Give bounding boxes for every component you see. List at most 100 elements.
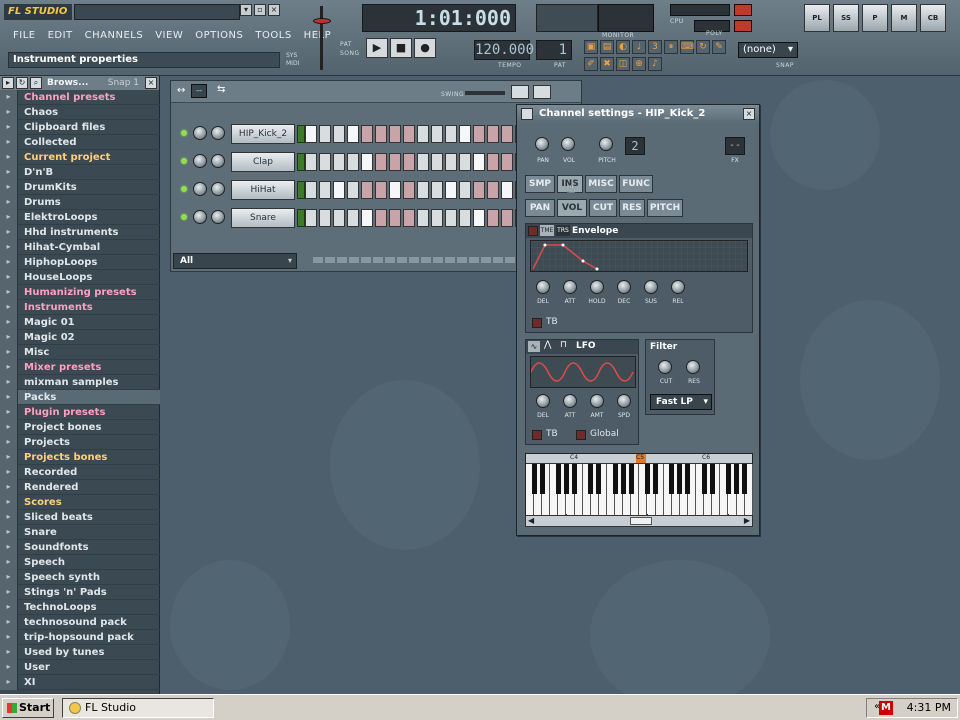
step-button[interactable] — [319, 153, 331, 171]
step-button[interactable] — [375, 125, 387, 143]
triangle-wave-icon[interactable]: ⋀ — [544, 340, 551, 350]
channel-button[interactable]: Snare — [231, 208, 295, 228]
step-button[interactable] — [333, 125, 345, 143]
folder-expand-icon[interactable]: ▸ — [0, 179, 18, 195]
keyboard-editor-icon[interactable] — [533, 85, 551, 99]
channel-button[interactable]: HIP_Kick_2 — [231, 124, 295, 144]
channel-mute-led[interactable] — [181, 158, 187, 164]
black-key[interactable] — [685, 464, 691, 494]
step-button[interactable] — [389, 209, 401, 227]
step-button[interactable] — [501, 209, 513, 227]
pattern-selector[interactable]: 1 — [536, 40, 572, 60]
tab-vol[interactable]: VOL — [557, 199, 587, 217]
step-button[interactable] — [333, 181, 345, 199]
folder-expand-icon[interactable]: ▸ — [0, 194, 18, 210]
step-button[interactable] — [445, 209, 457, 227]
folder-expand-icon[interactable]: ▸ — [0, 269, 18, 285]
blend-tool-icon[interactable]: ◐ — [616, 40, 630, 54]
channel-select-indicator[interactable] — [297, 153, 305, 171]
folder-expand-icon[interactable]: ▸ — [0, 209, 18, 225]
channel-volume-knob[interactable] — [211, 210, 225, 224]
menu-tools[interactable]: TOOLS — [250, 28, 296, 46]
step-sequencer-button[interactable]: SS — [833, 4, 859, 32]
browser-folder-item[interactable]: ▸ Instruments — [0, 299, 160, 315]
close-channel-settings-button[interactable]: × — [743, 108, 755, 120]
channel-pan-knob[interactable] — [193, 210, 207, 224]
step-button[interactable] — [389, 153, 401, 171]
channel-mute-led[interactable] — [181, 214, 187, 220]
step-button[interactable] — [473, 153, 485, 171]
step-button[interactable] — [333, 153, 345, 171]
resonance-knob[interactable] — [686, 360, 700, 374]
browser-folder-item[interactable]: ▸ Drums — [0, 194, 160, 210]
tab-pitch[interactable]: PITCH — [647, 199, 683, 217]
folder-expand-icon[interactable]: ▸ — [0, 134, 18, 150]
mute-tool-icon[interactable]: ♪ — [648, 57, 662, 71]
folder-expand-icon[interactable]: ▸ — [0, 509, 18, 525]
channel-select-indicator[interactable] — [297, 181, 305, 199]
folder-expand-icon[interactable]: ▸ — [0, 494, 18, 510]
browser-folder-item[interactable]: ▸ Snare — [0, 524, 160, 540]
browser-folder-item[interactable]: ▸ trip-hopsound pack — [0, 629, 160, 645]
channel-pan-knob[interactable] — [193, 154, 207, 168]
folder-expand-icon[interactable]: ▸ — [0, 254, 18, 270]
browser-folder-item[interactable]: ▸ Packs — [0, 389, 160, 405]
amt-knob[interactable] — [590, 394, 604, 408]
folder-expand-icon[interactable]: ▸ — [0, 374, 18, 390]
folder-expand-icon[interactable]: ▸ — [0, 119, 18, 135]
folder-expand-icon[interactable]: ▸ — [0, 239, 18, 255]
step-button[interactable] — [389, 125, 401, 143]
pat-song-switch[interactable]: PAT SONG — [340, 40, 360, 58]
black-key[interactable] — [563, 464, 569, 494]
browser-folder-item[interactable]: ▸ Project bones — [0, 419, 160, 435]
step-button[interactable] — [445, 181, 457, 199]
black-key[interactable] — [742, 464, 748, 494]
channel-volume-knob[interactable] — [211, 126, 225, 140]
browser-folder-item[interactable]: ▸ Rendered — [0, 479, 160, 495]
step-button[interactable] — [361, 125, 373, 143]
step-button[interactable] — [361, 181, 373, 199]
move-icon[interactable]: ↔ — [177, 85, 185, 96]
snap-dropdown[interactable]: (none) ▾ — [738, 42, 798, 58]
step-button[interactable] — [305, 153, 317, 171]
step-tool-icon[interactable]: ▤ — [600, 40, 614, 54]
browser-folder-item[interactable]: ▸ Soundfonts — [0, 539, 160, 555]
step-button[interactable] — [473, 181, 485, 199]
swing-slider[interactable] — [465, 91, 505, 95]
step-button[interactable] — [487, 125, 499, 143]
rel-knob[interactable] — [671, 280, 685, 294]
step-button[interactable] — [431, 181, 443, 199]
black-key[interactable] — [628, 464, 634, 494]
typing-keyboard-icon[interactable]: ⌨ — [680, 40, 694, 54]
browser-folder-item[interactable]: ▸ DrumKits — [0, 179, 160, 195]
browser-folder-item[interactable]: ▸ Scores — [0, 494, 160, 510]
hold-knob[interactable] — [590, 280, 604, 294]
black-key[interactable] — [669, 464, 675, 494]
folder-expand-icon[interactable]: ▸ — [0, 299, 18, 315]
folder-expand-icon[interactable]: ▸ — [0, 149, 18, 165]
browser-folder-item[interactable]: ▸ ElektroLoops — [0, 209, 160, 225]
step-button[interactable] — [445, 125, 457, 143]
folder-expand-icon[interactable]: ▸ — [0, 434, 18, 450]
folder-expand-icon[interactable]: ▸ — [0, 419, 18, 435]
cutoff-knob[interactable] — [658, 360, 672, 374]
zoom-tool-icon[interactable]: ⊕ — [632, 57, 646, 71]
folder-expand-icon[interactable]: ▸ — [0, 674, 18, 690]
folder-expand-icon[interactable]: ▸ — [0, 569, 18, 585]
step-button[interactable] — [305, 125, 317, 143]
step-button[interactable] — [375, 181, 387, 199]
step-button[interactable] — [305, 209, 317, 227]
step-button[interactable] — [361, 209, 373, 227]
step-button[interactable] — [403, 209, 415, 227]
browser-search-icon[interactable]: ⌕ — [30, 77, 42, 89]
step-button[interactable] — [487, 209, 499, 227]
browser-folder-item[interactable]: ▸ Humanizing presets — [0, 284, 160, 300]
filter-type-dropdown[interactable]: Fast LP ▾ — [650, 394, 712, 410]
step-button[interactable] — [403, 181, 415, 199]
menu-arrow-button[interactable]: ▾ — [240, 4, 252, 16]
folder-expand-icon[interactable]: ▸ — [0, 449, 18, 465]
envelope-enable-checkbox[interactable] — [528, 226, 538, 236]
black-key[interactable] — [588, 464, 594, 494]
tempo-based-checkbox[interactable] — [532, 318, 542, 328]
scroll-left-icon[interactable]: ◀ — [528, 516, 534, 525]
